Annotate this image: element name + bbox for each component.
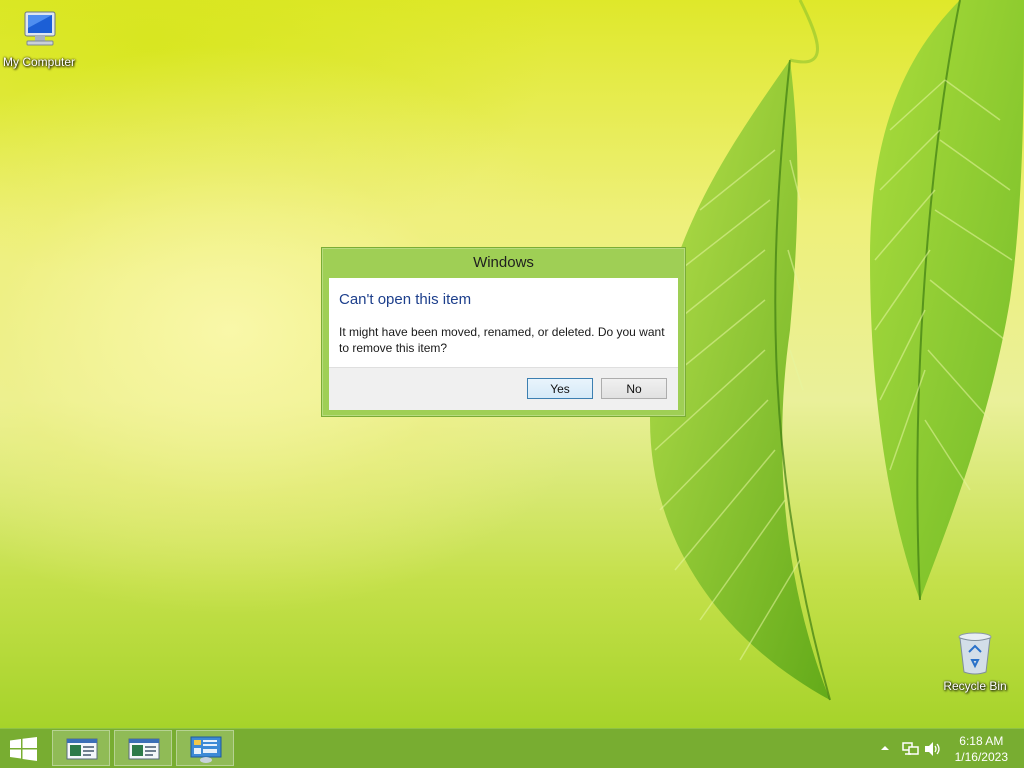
- dialog-body: Can't open this item It might have been …: [329, 278, 678, 410]
- taskbar-app-button-3[interactable]: [176, 730, 234, 766]
- desktop: My Computer Recycle Bin Windows Can't op…: [0, 0, 1024, 728]
- clock-time: 6:18 AM: [959, 734, 1004, 748]
- desktop-icon-recycle-bin[interactable]: Recycle Bin: [933, 630, 1017, 693]
- desktop-icon-my-computer[interactable]: My Computer: [0, 8, 81, 69]
- taskbar-app-button-1[interactable]: [52, 730, 110, 766]
- desktop-icon-label: Recycle Bin: [943, 679, 1007, 693]
- window-app-icon: [128, 738, 160, 760]
- window-app-icon: [66, 738, 98, 760]
- dialog-heading: Can't open this item: [339, 291, 472, 308]
- yes-button[interactable]: Yes: [527, 378, 593, 399]
- windows-logo-icon: [10, 737, 37, 761]
- start-button[interactable]: [0, 729, 48, 769]
- network-icon[interactable]: [901, 741, 919, 762]
- taskbar: 6:18 AM 1/16/2023: [0, 728, 1024, 768]
- dialog-message: It might have been moved, renamed, or de…: [339, 325, 665, 355]
- computer-icon: [24, 11, 56, 46]
- control-panel-icon: [190, 736, 222, 763]
- desktop-icon-label: My Computer: [2, 55, 76, 69]
- dialog-footer: Yes No: [329, 367, 678, 410]
- error-dialog: Windows Can't open this item It might ha…: [321, 247, 686, 417]
- clock-date: 1/16/2023: [954, 750, 1008, 764]
- no-button[interactable]: No: [601, 378, 667, 399]
- chevron-up-icon[interactable]: [880, 741, 890, 760]
- volume-icon[interactable]: [924, 741, 942, 762]
- dialog-title[interactable]: Windows: [322, 248, 685, 278]
- clock[interactable]: 6:18 AM 1/16/2023: [955, 733, 1008, 765]
- system-tray: 6:18 AM 1/16/2023: [864, 729, 1024, 769]
- taskbar-app-button-2[interactable]: [114, 730, 172, 766]
- recycle-bin-icon: [958, 632, 992, 675]
